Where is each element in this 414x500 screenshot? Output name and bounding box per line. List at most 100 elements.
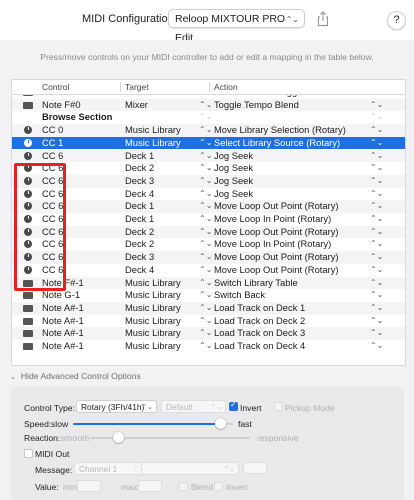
table-row[interactable]: CC 6 Deck 2 ⌃⌄ Move Loop Out Point (Rotary)…: [12, 225, 405, 239]
value-min-field[interactable]: [77, 480, 101, 492]
target-popup-chevron-icon[interactable]: ⌃⌄: [199, 302, 212, 315]
table-row[interactable]: Note A#-1 Music Library ⌃⌄ Load Track on De…: [12, 315, 405, 328]
mapping-table[interactable]: Note F#0Mixer⌃⌄Crossfader FX Toggle⌃⌄Not…: [11, 79, 406, 366]
target-cell: Music Library: [125, 136, 181, 148]
midi-config-select[interactable]: Reloop MIXTOUR PRO Edit ⌃⌄: [168, 9, 305, 44]
chevron-updown-icon: ⌃⌄: [223, 466, 235, 473]
pickup-mode-checkbox[interactable]: [274, 402, 283, 411]
action-popup-chevron-icon[interactable]: ⌃⌄: [370, 175, 383, 188]
action-popup-chevron-icon[interactable]: ⌃⌄: [370, 162, 383, 175]
target-cell: Music Library: [125, 301, 181, 313]
table-row[interactable]: Note A#-1 Music Library ⌃⌄ Load Track on De…: [12, 327, 405, 340]
table-row[interactable]: Note G-1 Music Library ⌃⌄ Switch Back ⌃⌄: [12, 289, 405, 302]
action-popup-chevron-icon[interactable]: ⌃⌄: [370, 213, 383, 226]
target-popup-chevron-icon[interactable]: ⌃⌄: [199, 238, 212, 251]
target-popup-chevron-icon[interactable]: ⌃⌄: [199, 213, 212, 226]
chevron-updown-icon: ⌃⌄: [210, 404, 222, 411]
target-cell: Deck 2: [125, 225, 155, 237]
action-popup-chevron-icon[interactable]: ⌃⌄: [370, 251, 383, 264]
target-popup-chevron-icon[interactable]: ⌃⌄: [199, 340, 212, 353]
invert-label: Invert: [240, 403, 262, 413]
table-row[interactable]: CC 6 Deck 1 ⌃⌄ Move Loop In Point (Rotary) ⌃…: [12, 213, 405, 226]
action-popup-chevron-icon[interactable]: ⌃⌄: [370, 277, 383, 290]
target-popup-chevron-icon[interactable]: ⌃⌄: [199, 175, 212, 188]
target-cell: Deck 3: [125, 174, 155, 186]
target-popup-chevron-icon[interactable]: ⌃⌄: [199, 315, 212, 328]
control-type-select[interactable]: Rotary (3Fh/41h) ⌃⌄: [76, 400, 157, 413]
advanced-options-toggle[interactable]: ⌄ Hide Advanced Control Options: [10, 371, 141, 381]
table-row[interactable]: CC 1 Music Library ⌃⌄ Select Library Source…: [12, 136, 405, 150]
table-row[interactable]: CC 0 Music Library ⌃⌄ Move Library Selectio…: [12, 124, 405, 137]
table-row[interactable]: Note A#-1 Music Library ⌃⌄ Load Track on De…: [12, 301, 405, 315]
target-popup-chevron-icon[interactable]: ⌃⌄: [199, 226, 212, 239]
action-popup-chevron-icon[interactable]: ⌃⌄: [370, 289, 383, 302]
target-popup-chevron-icon[interactable]: ⌃⌄: [199, 200, 212, 213]
target-popup-chevron-icon[interactable]: ⌃⌄: [199, 162, 212, 175]
table-row[interactable]: Note F#-1 Music Library ⌃⌄ Switch Library T…: [12, 276, 405, 290]
target-popup-chevron-icon[interactable]: ⌃⌄: [199, 99, 212, 112]
table-row[interactable]: CC 6 Deck 2 ⌃⌄ Jog Seek ⌃⌄: [12, 162, 405, 175]
table-row[interactable]: Note F#0 Mixer ⌃⌄ Toggle Tempo Blend ⌃⌄: [12, 98, 405, 112]
message-channel-select[interactable]: Channel 1 ⌃⌄: [74, 462, 149, 475]
keyboard-icon: [23, 304, 33, 312]
message-number-field[interactable]: [243, 462, 267, 474]
share-icon[interactable]: [316, 11, 330, 27]
column-header-action[interactable]: Action: [214, 82, 238, 92]
target-cell: Deck 1: [125, 149, 155, 161]
value-max-field[interactable]: [138, 480, 162, 492]
target-popup-chevron-icon[interactable]: ⌃⌄: [199, 124, 212, 137]
target-popup-chevron-icon[interactable]: ⌃⌄: [199, 188, 212, 201]
keyboard-icon: [23, 101, 33, 109]
action-cell: Move Loop Out Point (Rotary): [214, 251, 339, 263]
help-button[interactable]: ?: [387, 11, 406, 30]
reaction-slider-knob[interactable]: [113, 432, 125, 443]
out-invert-checkbox[interactable]: [214, 482, 223, 491]
table-row[interactable]: CC 6 Deck 4 ⌃⌄ Jog Seek ⌃⌄: [12, 188, 405, 201]
target-popup-chevron-icon[interactable]: ⌃⌄: [199, 111, 212, 124]
action-popup-chevron-icon[interactable]: ⌃⌄: [370, 264, 383, 277]
target-popup-chevron-icon[interactable]: ⌃⌄: [199, 264, 212, 277]
reaction-max-label: responsive: [257, 433, 299, 443]
target-popup-chevron-icon[interactable]: ⌃⌄: [199, 277, 212, 290]
table-row[interactable]: CC 6 Deck 4 ⌃⌄ Move Loop Out Point (Rotary)…: [12, 264, 405, 277]
table-row[interactable]: CC 6 Deck 3 ⌃⌄ Jog Seek ⌃⌄: [12, 174, 405, 188]
table-row[interactable]: CC 6 Deck 3 ⌃⌄ Move Loop Out Point (Rotary)…: [12, 251, 405, 264]
action-cell: Switch Library Table: [214, 276, 298, 288]
reaction-label: Reaction:: [24, 433, 61, 443]
action-cell: Toggle Tempo Blend: [214, 98, 299, 110]
column-header-target[interactable]: Target: [125, 82, 149, 92]
target-popup-chevron-icon[interactable]: ⌃⌄: [199, 251, 212, 264]
speed-label: Speed:: [24, 419, 52, 429]
action-popup-chevron-icon[interactable]: ⌃⌄: [370, 302, 383, 315]
action-popup-chevron-icon[interactable]: ⌃⌄: [370, 226, 383, 239]
action-popup-chevron-icon[interactable]: ⌃⌄: [370, 150, 383, 163]
message-type-select[interactable]: ⌃⌄: [141, 462, 239, 475]
target-popup-chevron-icon[interactable]: ⌃⌄: [199, 150, 212, 163]
table-row[interactable]: CC 6 Deck 1 ⌃⌄ Jog Seek ⌃⌄: [12, 149, 405, 163]
action-popup-chevron-icon[interactable]: ⌃⌄: [370, 124, 383, 137]
action-popup-chevron-icon[interactable]: ⌃⌄: [370, 188, 383, 201]
column-header-control[interactable]: Control: [42, 82, 69, 92]
invert-checkbox[interactable]: [229, 400, 238, 411]
target-popup-chevron-icon[interactable]: ⌃⌄: [199, 327, 212, 340]
default-select[interactable]: Default ⌃⌄: [161, 400, 226, 413]
knob-icon: [24, 151, 32, 160]
table-row[interactable]: CC 6 Deck 2 ⌃⌄ Move Loop In Point (Rotary) ⌃…: [12, 238, 405, 251]
action-popup-chevron-icon[interactable]: ⌃⌄: [370, 238, 383, 251]
blend-checkbox[interactable]: [179, 482, 188, 491]
action-popup-chevron-icon[interactable]: ⌃⌄: [370, 137, 383, 150]
action-popup-chevron-icon[interactable]: ⌃⌄: [370, 340, 383, 353]
action-popup-chevron-icon[interactable]: ⌃⌄: [370, 327, 383, 340]
action-popup-chevron-icon[interactable]: ⌃⌄: [370, 200, 383, 213]
table-row[interactable]: Note A#-1 Music Library ⌃⌄ Load Track on De…: [12, 340, 405, 353]
table-row[interactable]: CC 6 Deck 1 ⌃⌄ Move Loop Out Point (Rotary)…: [12, 200, 405, 213]
action-popup-chevron-icon[interactable]: ⌃⌄: [370, 99, 383, 112]
table-section-header[interactable]: Browse Section ⌃⌄ ⌃⌄: [12, 111, 405, 124]
action-popup-chevron-icon[interactable]: ⌃⌄: [370, 315, 383, 328]
action-popup-chevron-icon[interactable]: ⌃⌄: [370, 111, 383, 124]
target-popup-chevron-icon[interactable]: ⌃⌄: [199, 289, 212, 302]
speed-slider-knob[interactable]: [214, 418, 226, 429]
chevron-updown-icon: ⌃⌄: [285, 15, 299, 24]
midi-out-checkbox[interactable]: [24, 449, 33, 458]
target-popup-chevron-icon[interactable]: ⌃⌄: [199, 137, 212, 150]
